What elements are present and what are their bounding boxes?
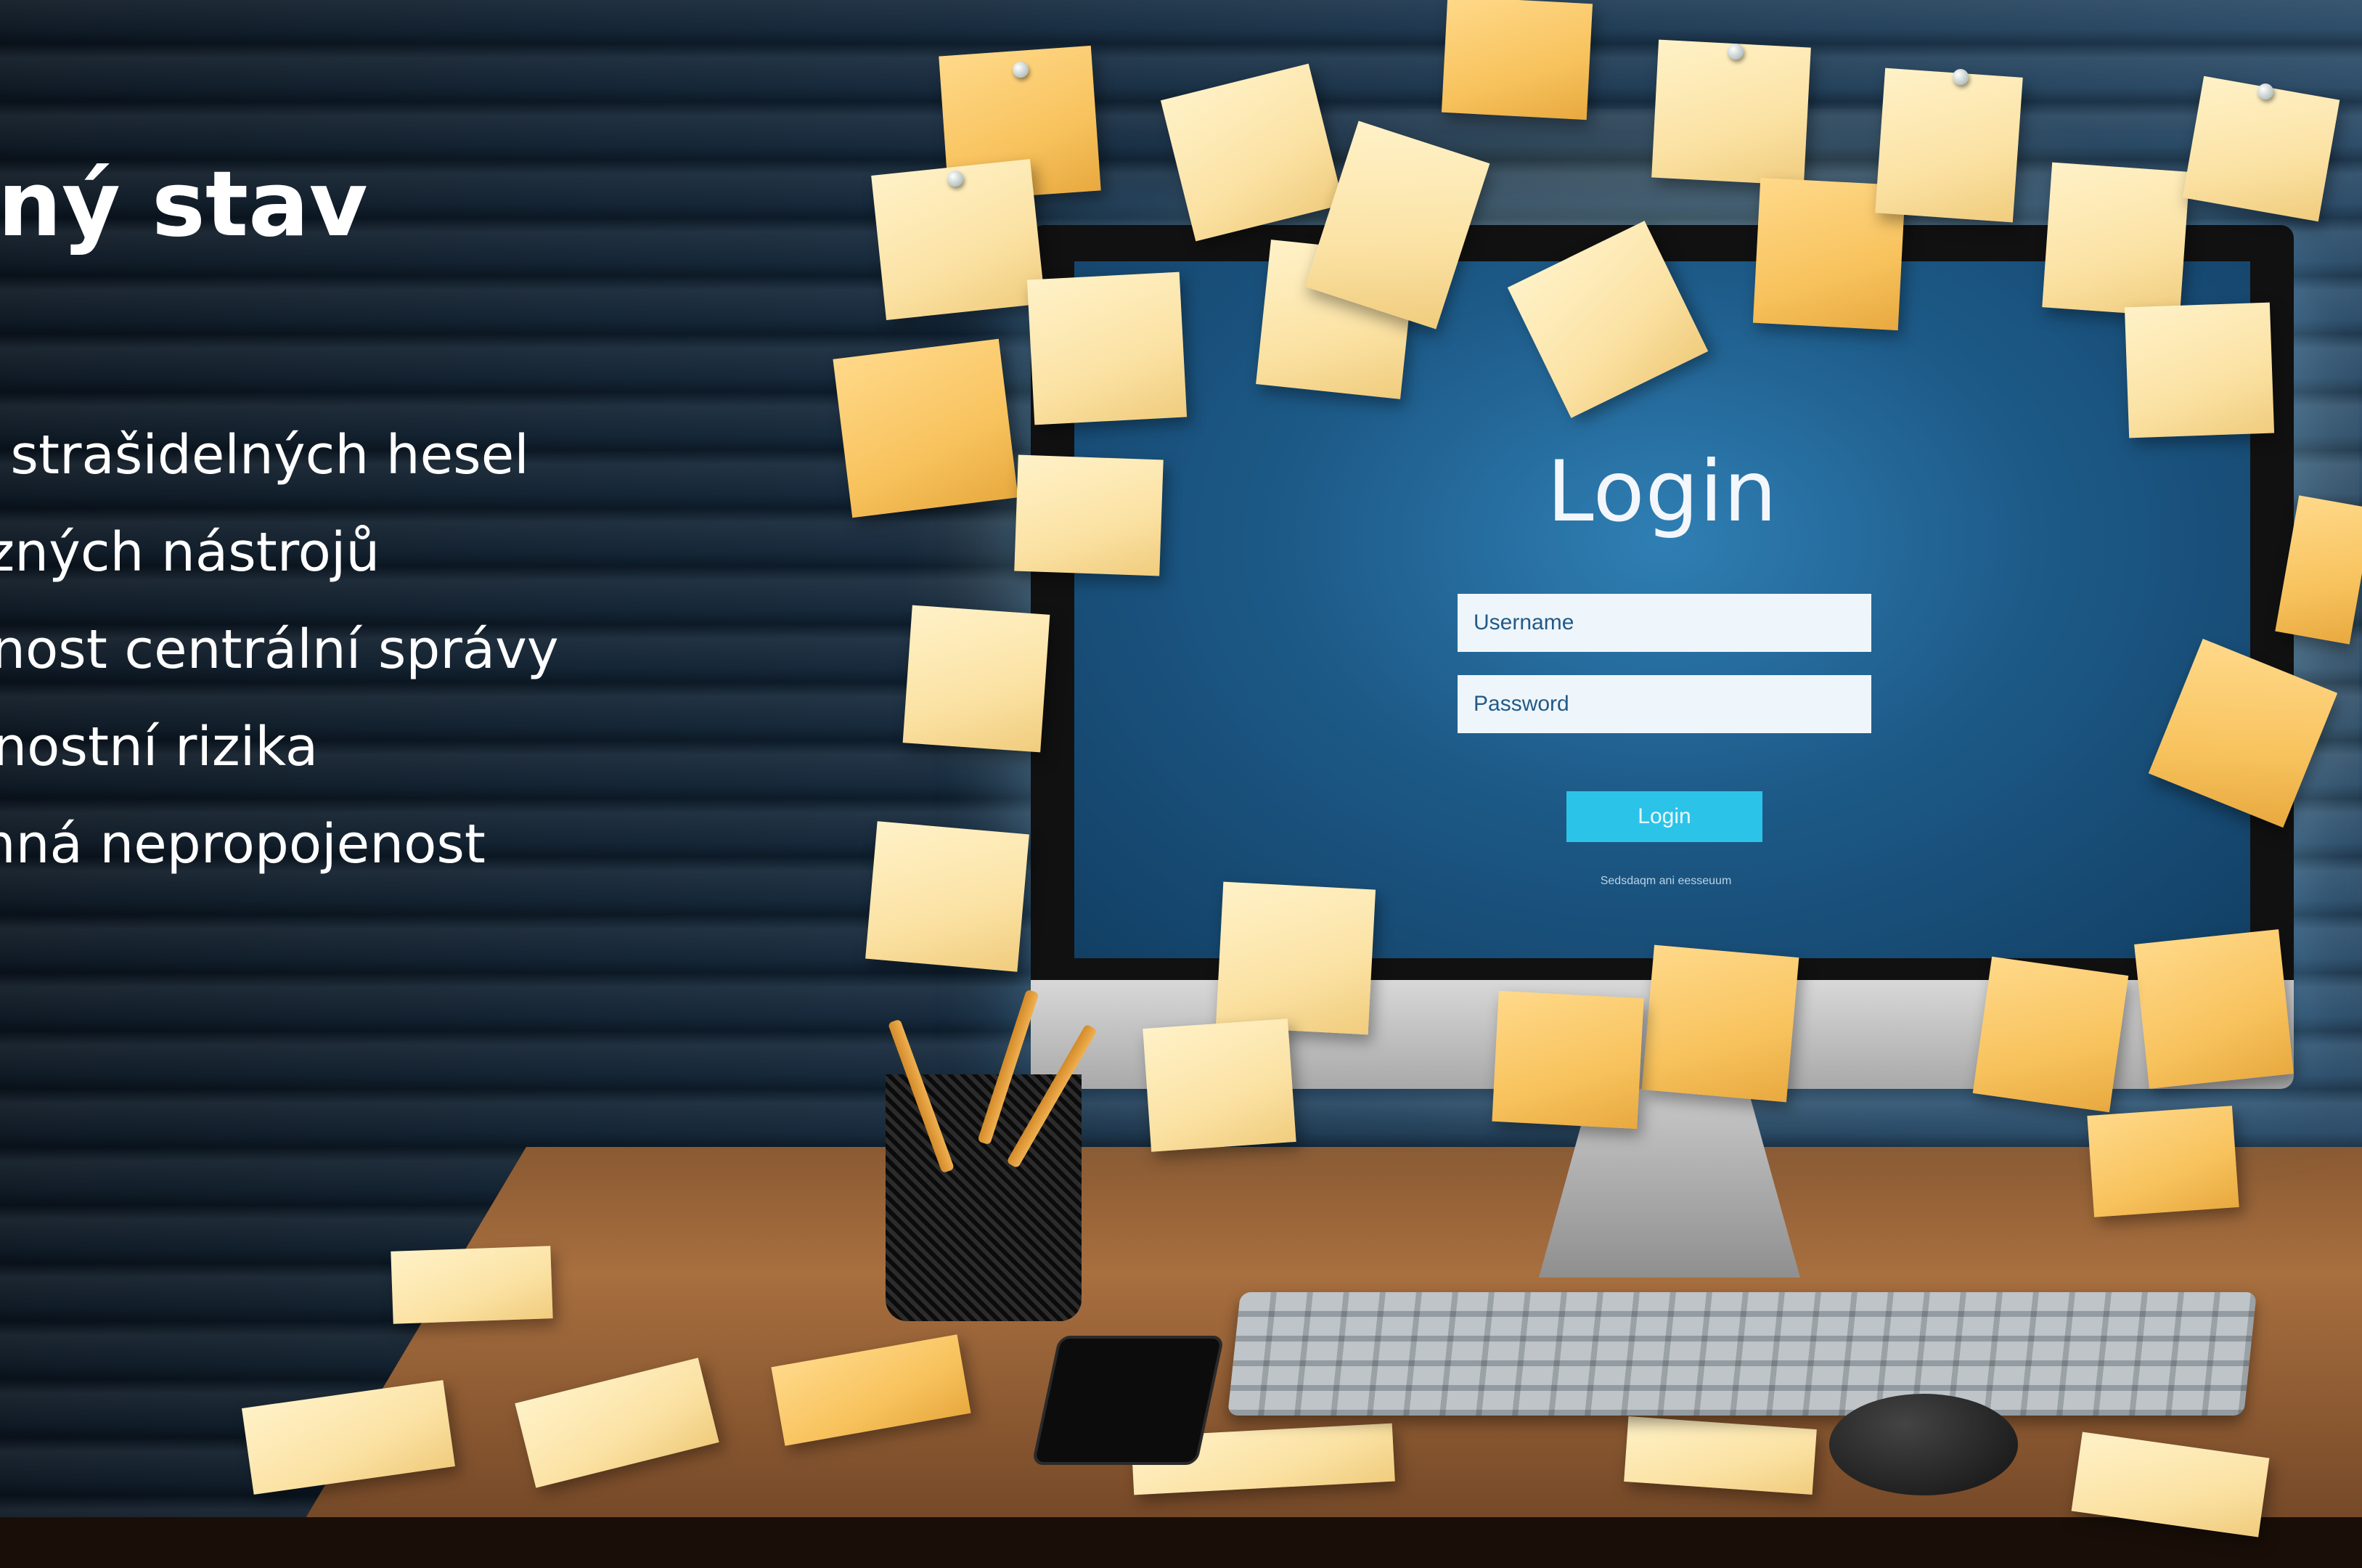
bullet-item: ožnost centrální správy [0,618,559,681]
smartphone [1031,1336,1225,1465]
slide-title: dný stav [0,152,368,257]
sticky-note [1026,271,1188,425]
password-field[interactable] [1458,675,1871,733]
sticky-note [833,338,1018,518]
username-field[interactable] [1458,594,1871,652]
bullet-item: různých nástrojů [0,521,380,584]
bullet-item: ečnostní rizika [0,716,319,778]
pushpin [1953,69,1969,85]
slide-stage: Login Login Sedsdaqm ani eesseuum dn [0,0,2362,1568]
bullet-list: ka strašidelných hesel různých nástrojů … [0,407,559,893]
sticky-note [2134,929,2294,1089]
bullet-item: emná nepropojenost [0,813,486,875]
pushpin [1728,44,1744,60]
desk-note [391,1246,553,1324]
keyboard [1227,1292,2257,1416]
sticky-note [865,821,1029,972]
desk-edge [0,1517,2362,1568]
desk-note [2087,1106,2239,1217]
sticky-note [1972,956,2129,1113]
sticky-note [1651,39,1811,186]
pushpin [947,171,963,187]
computer-mouse [1829,1394,2018,1495]
sticky-note [1875,68,2023,223]
bullet-item: ka strašidelných hesel [0,424,529,486]
sticky-note [1143,1018,1296,1152]
pushpin [1013,62,1029,78]
sticky-note [1441,0,1593,121]
login-footnote: Sedsdaqm ani eesseuum [1600,875,1732,887]
sticky-note [1215,881,1376,1035]
login-button[interactable]: Login [1566,791,1762,842]
sticky-note [902,605,1050,753]
pencil-cup [886,1074,1082,1321]
desk-note [1624,1416,1817,1495]
sticky-note [1014,454,1164,576]
pushpin [2257,83,2273,99]
sticky-note [2042,162,2190,317]
sticky-note [1492,990,1644,1130]
sticky-note [2124,302,2275,438]
login-title: Login [1547,443,1778,541]
sticky-note [1641,944,1799,1103]
